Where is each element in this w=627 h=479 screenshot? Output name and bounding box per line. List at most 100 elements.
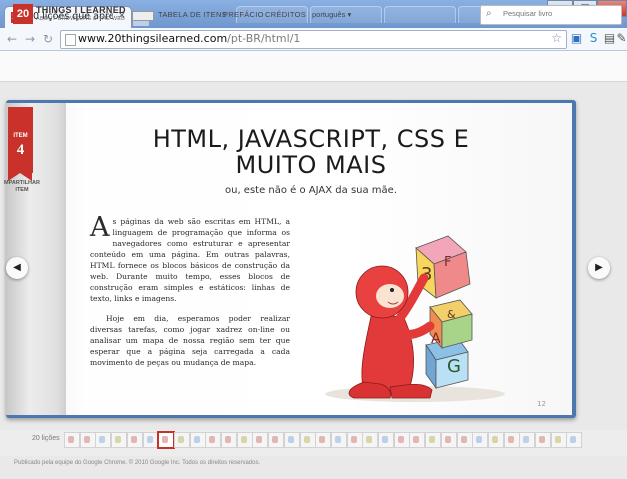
thumbnail-icon: [225, 436, 231, 443]
item-ribbon: [8, 107, 33, 173]
skype-icon[interactable]: S: [586, 31, 601, 46]
search-icon: ⌕: [486, 8, 492, 19]
thumbnail-icon: [209, 436, 216, 443]
back-arrow-icon[interactable]: ←: [4, 32, 20, 46]
illustration-child-with-blocks: 3 F A G &: [325, 235, 505, 402]
chapter-thumbnail[interactable]: [236, 432, 253, 448]
chapter-thumbnail[interactable]: [64, 432, 80, 448]
chapter-thumbnail[interactable]: [550, 432, 567, 448]
chapter-thumbnail[interactable]: [221, 432, 237, 448]
chapter-thumbnail[interactable]: [440, 432, 457, 448]
drop-cap: A: [90, 212, 110, 243]
chapter-thumbnail[interactable]: [205, 432, 222, 448]
chapter-thumbnail[interactable]: [393, 432, 410, 448]
chapter-thumbnail[interactable]: [142, 432, 159, 448]
forward-arrow-icon[interactable]: →: [22, 32, 38, 46]
nav-link-credits[interactable]: CRÉDITOS: [265, 10, 306, 19]
thumbnail-icon: [68, 436, 74, 443]
thumbnail-icon: [162, 436, 169, 443]
item-number: 4: [16, 142, 25, 158]
chapter-thumbnail[interactable]: [283, 432, 300, 448]
nav-link-preface[interactable]: PREFÁCIO: [223, 10, 264, 19]
thumbnail-icon: [397, 436, 404, 443]
chapter-thumbnail[interactable]: [95, 432, 112, 448]
reload-icon[interactable]: ↻: [40, 32, 56, 46]
chapter-thumbnail[interactable]: [79, 432, 96, 448]
thumbnail-icon: [539, 436, 545, 443]
chapter-thumbnail[interactable]: [315, 432, 332, 448]
thumbnail-icon: [146, 436, 153, 443]
chapter-thumbnail[interactable]: [268, 432, 285, 448]
thumbnail-icon: [130, 436, 137, 443]
chapter-title: HTML, JAVASCRIPT, CSS E MUITO MAIS: [152, 125, 470, 179]
nav-link-toc[interactable]: TABELA DE ITENS: [158, 10, 227, 19]
thumbnail-icon: [99, 436, 106, 443]
chapter-thumbnail[interactable]: [503, 432, 520, 448]
thumbnail-icon: [366, 436, 373, 443]
browser-toolbar: ← → ↻ www.20thingsilearned.com/pt-BR/htm…: [0, 28, 627, 51]
chapter-thumbnail[interactable]: [173, 432, 190, 448]
paragraph: Hoje em dia, esperamos poder realizar di…: [90, 314, 290, 367]
chapter-thumbnail[interactable]: [189, 432, 206, 448]
item-label: ITEM: [13, 133, 28, 139]
page-number: 12: [537, 400, 546, 408]
chapter-thumbnail[interactable]: [330, 432, 347, 448]
thumbnail-icon: [507, 436, 514, 443]
browser-tab-background[interactable]: [384, 6, 456, 23]
thumbnail-icon: [193, 436, 200, 443]
thumbnail-icon: [523, 436, 530, 443]
next-page-button[interactable]: ▶: [588, 257, 610, 279]
site-header: [0, 51, 627, 82]
svg-text:F: F: [444, 255, 451, 270]
extension-icon[interactable]: ▣: [569, 31, 584, 46]
svg-text:G: G: [447, 356, 461, 377]
wrench-icon[interactable]: ✎: [614, 31, 627, 46]
thumbnail-icon: [554, 436, 561, 443]
svg-text:A: A: [431, 331, 441, 347]
chapter-thumbnail[interactable]: [409, 432, 426, 448]
chapter-thumbnail[interactable]: [362, 432, 379, 448]
logo-title[interactable]: THINGS I LEARNED: [36, 5, 126, 15]
thumbnail-icon: [240, 436, 247, 443]
chapter-thumbnail[interactable]: [252, 432, 269, 448]
chapter-thumbnail[interactable]: [472, 432, 489, 448]
chapter-thumbnail[interactable]: [535, 432, 551, 448]
address-bar[interactable]: www.20thingsilearned.com/pt-BR/html/1 ☆: [60, 30, 567, 49]
language-selector[interactable]: português ▾: [312, 10, 351, 19]
chapter-thumbnail[interactable]: [158, 432, 175, 448]
chapter-thumbnail[interactable]: [519, 432, 536, 448]
url-text: www.20thingsilearned.com/pt-BR/html/1: [78, 32, 301, 45]
paragraph: As páginas da web são escritas em HTML, …: [90, 212, 290, 303]
chapter-thumbnail[interactable]: [378, 432, 394, 448]
footer-text: Publicado pela equipe do Google Chrome. …: [14, 460, 261, 466]
thumbnail-icon: [429, 436, 436, 443]
search-input[interactable]: [501, 8, 615, 19]
bookmark-star-icon[interactable]: ☆: [551, 31, 562, 45]
thumbnail-icon: [570, 436, 577, 443]
share-label-line1: MPARTILHAR: [4, 180, 40, 186]
chapter-thumbnail[interactable]: [456, 432, 473, 448]
chapter-thumbnail[interactable]: [487, 432, 504, 448]
thumbnail-icon: [350, 436, 357, 443]
thumbnail-icon: [272, 436, 279, 443]
thumbnail-icon: [444, 436, 451, 443]
table-of-contents-icon[interactable]: [132, 11, 154, 21]
chapter-thumbnail[interactable]: [111, 432, 128, 448]
thumbnail-icon: [491, 436, 498, 443]
thumbnail-strip: [64, 432, 584, 448]
chapter-thumbnail[interactable]: [126, 432, 143, 448]
logo-subtitle: ABOUT BROWSERS & THE WEB: [36, 16, 125, 22]
chapter-thumbnail[interactable]: [425, 432, 442, 448]
chapter-thumbnail[interactable]: [566, 432, 583, 448]
thumbnail-icon: [476, 436, 483, 443]
chapter-thumbnail[interactable]: [346, 432, 363, 448]
share-label-line2: ITEM: [15, 187, 29, 193]
search-box[interactable]: ⌕: [480, 5, 622, 25]
svg-text:&: &: [447, 308, 456, 321]
thumbnail-icon: [83, 436, 90, 443]
chapter-thumbnail[interactable]: [299, 432, 316, 448]
thumbnail-icon: [460, 436, 467, 443]
previous-page-button[interactable]: ◀: [6, 257, 28, 279]
share-item-link[interactable]: MPARTILHAR ITEM: [2, 180, 42, 194]
logo-badge[interactable]: 20: [13, 4, 33, 24]
